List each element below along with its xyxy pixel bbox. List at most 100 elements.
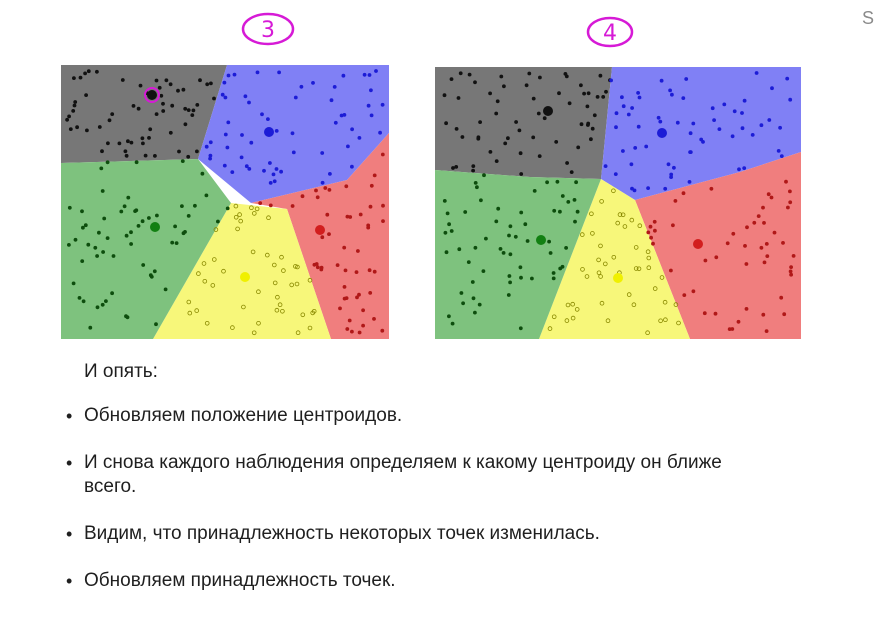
data-point bbox=[788, 189, 792, 194]
data-point bbox=[759, 245, 764, 250]
data-point bbox=[223, 132, 228, 137]
data-point bbox=[140, 136, 145, 141]
data-point bbox=[374, 69, 378, 73]
data-point bbox=[484, 236, 488, 241]
data-point bbox=[736, 319, 741, 324]
data-point bbox=[223, 95, 228, 100]
data-point bbox=[67, 243, 71, 247]
data-point bbox=[381, 203, 385, 208]
data-point bbox=[450, 321, 455, 326]
data-point bbox=[555, 179, 560, 184]
data-point bbox=[129, 140, 134, 145]
data-point bbox=[508, 280, 512, 285]
data-point bbox=[649, 235, 653, 240]
data-point bbox=[449, 77, 454, 81]
data-point bbox=[725, 241, 730, 246]
data-point bbox=[186, 214, 191, 218]
data-point bbox=[183, 122, 188, 127]
data-point bbox=[258, 201, 263, 206]
data-point bbox=[653, 228, 657, 233]
data-point bbox=[730, 134, 735, 139]
data-point bbox=[502, 84, 506, 89]
data-point bbox=[152, 269, 157, 274]
data-point bbox=[557, 91, 561, 96]
data-point bbox=[177, 149, 181, 154]
data-point bbox=[681, 96, 686, 100]
data-point bbox=[320, 151, 325, 155]
data-point bbox=[518, 265, 523, 270]
data-point bbox=[531, 135, 536, 140]
data-point bbox=[537, 154, 542, 158]
data-point bbox=[186, 154, 191, 159]
data-point bbox=[191, 108, 196, 113]
data-point bbox=[77, 296, 82, 300]
data-point bbox=[574, 180, 578, 185]
data-point bbox=[88, 325, 93, 330]
data-point bbox=[518, 151, 523, 156]
data-point bbox=[136, 106, 141, 111]
data-point bbox=[589, 137, 593, 142]
data-point bbox=[551, 276, 556, 281]
data-point bbox=[342, 245, 347, 250]
data-point bbox=[204, 144, 209, 149]
data-point bbox=[133, 209, 137, 214]
data-point bbox=[174, 241, 179, 246]
data-point bbox=[357, 330, 362, 335]
data-point bbox=[621, 149, 625, 153]
data-point bbox=[684, 77, 689, 81]
data-point bbox=[785, 76, 790, 81]
data-point bbox=[85, 128, 89, 133]
data-point bbox=[232, 72, 237, 77]
data-point bbox=[488, 150, 493, 154]
data-point bbox=[506, 136, 510, 141]
data-point bbox=[467, 72, 472, 77]
data-point bbox=[300, 194, 305, 199]
data-point bbox=[97, 230, 101, 235]
data-point bbox=[378, 130, 382, 135]
data-point bbox=[507, 233, 511, 238]
data-point bbox=[788, 200, 793, 205]
data-point bbox=[291, 150, 296, 155]
data-point bbox=[249, 140, 254, 145]
data-point bbox=[129, 230, 133, 235]
step-3-circle: 3 bbox=[241, 12, 295, 46]
bullet-item: Обновляем принадлежность точек. bbox=[66, 569, 826, 593]
data-point bbox=[779, 295, 784, 300]
data-point bbox=[569, 170, 574, 174]
data-point bbox=[579, 83, 583, 88]
data-point bbox=[476, 136, 481, 141]
data-point bbox=[315, 265, 320, 270]
data-point bbox=[161, 109, 166, 113]
data-point bbox=[320, 180, 325, 185]
data-point bbox=[157, 85, 162, 90]
data-point bbox=[442, 93, 447, 98]
data-point bbox=[83, 71, 87, 76]
data-point bbox=[668, 88, 672, 93]
data-point bbox=[240, 133, 244, 137]
data-point bbox=[461, 301, 465, 306]
data-point bbox=[333, 120, 338, 125]
data-point bbox=[722, 102, 727, 107]
data-point bbox=[494, 219, 499, 224]
data-point bbox=[95, 69, 99, 74]
data-point bbox=[701, 140, 705, 144]
data-point bbox=[471, 168, 475, 173]
data-point bbox=[180, 159, 185, 163]
data-point bbox=[193, 203, 197, 208]
data-point bbox=[368, 204, 373, 209]
centroid-red bbox=[315, 225, 325, 235]
data-point bbox=[122, 204, 127, 209]
data-point bbox=[651, 241, 655, 246]
data-point bbox=[762, 260, 767, 265]
data-point bbox=[268, 161, 272, 165]
data-point bbox=[141, 141, 145, 146]
centroid-black bbox=[543, 106, 553, 116]
data-point bbox=[764, 329, 769, 333]
data-point bbox=[239, 155, 244, 160]
data-point bbox=[663, 186, 668, 191]
data-point bbox=[226, 73, 231, 78]
data-point bbox=[350, 127, 354, 132]
data-point bbox=[473, 80, 477, 85]
data-point bbox=[713, 311, 718, 316]
data-point bbox=[311, 81, 315, 85]
